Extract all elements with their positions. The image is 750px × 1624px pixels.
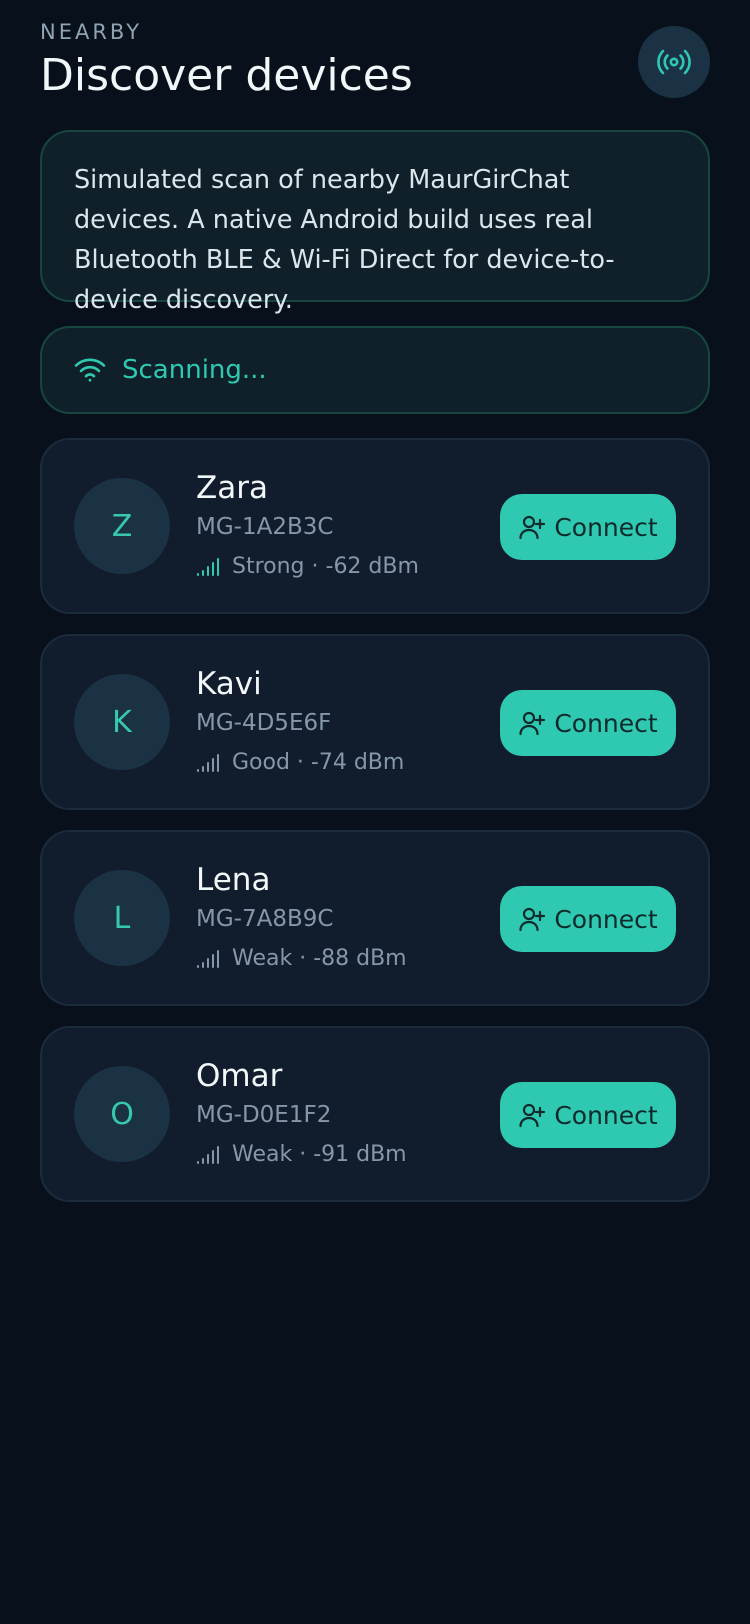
device-list: Z Zara MG-1A2B3C Strong · -62 dBm Connec…: [40, 438, 710, 1202]
broadcast-icon: [657, 49, 691, 75]
signal-strength-icon: [197, 949, 219, 968]
scan-status: Scanning...: [40, 326, 710, 414]
signal-info: Weak · -88 dBm: [196, 946, 407, 971]
connect-button[interactable]: Connect: [500, 886, 676, 952]
avatar-initial: K: [112, 704, 132, 740]
device-card: O Omar MG-D0E1F2 Weak · -91 dBm Connect: [40, 1026, 710, 1202]
connect-button[interactable]: Connect: [500, 494, 676, 560]
device-id: MG-7A8B9C: [196, 906, 334, 932]
device-name: Lena: [196, 862, 271, 898]
wifi-icon: [74, 358, 106, 382]
signal-text: Weak · -88 dBm: [232, 946, 407, 971]
user-plus-icon: [519, 711, 546, 736]
avatar: O: [74, 1066, 170, 1162]
avatar-initial: O: [110, 1096, 134, 1132]
signal-text: Good · -74 dBm: [232, 750, 405, 775]
signal-strength-icon: [197, 1145, 219, 1164]
connect-button-label: Connect: [554, 1100, 658, 1130]
device-card: L Lena MG-7A8B9C Weak · -88 dBm Connect: [40, 830, 710, 1006]
connect-button-label: Connect: [554, 512, 658, 542]
avatar-initial: Z: [111, 508, 133, 544]
discover-devices-screen: NEARBY Discover devices Simulated scan o…: [0, 0, 750, 1624]
signal-text: Weak · -91 dBm: [232, 1142, 407, 1167]
header: NEARBY Discover devices: [40, 0, 710, 130]
avatar-initial: L: [113, 900, 131, 936]
avatar: L: [74, 870, 170, 966]
device-id: MG-4D5E6F: [196, 710, 332, 736]
user-plus-icon: [519, 515, 546, 540]
device-name: Kavi: [196, 666, 262, 702]
device-id: MG-1A2B3C: [196, 514, 334, 540]
simulation-notice-text: Simulated scan of nearby MaurGirChat dev…: [74, 165, 615, 315]
connect-button[interactable]: Connect: [500, 1082, 676, 1148]
user-plus-icon: [519, 1103, 546, 1128]
avatar: K: [74, 674, 170, 770]
signal-info: Weak · -91 dBm: [196, 1142, 407, 1167]
device-card: Z Zara MG-1A2B3C Strong · -62 dBm Connec…: [40, 438, 710, 614]
signal-text: Strong · -62 dBm: [232, 554, 419, 579]
broadcast-button[interactable]: [638, 26, 710, 98]
device-name: Zara: [196, 470, 268, 506]
connect-button[interactable]: Connect: [500, 690, 676, 756]
connect-button-label: Connect: [554, 904, 658, 934]
avatar: Z: [74, 478, 170, 574]
device-id: MG-D0E1F2: [196, 1102, 332, 1128]
connect-button-label: Connect: [554, 708, 658, 738]
scan-status-text: Scanning...: [122, 355, 267, 385]
simulation-notice: Simulated scan of nearby MaurGirChat dev…: [40, 130, 710, 315]
signal-strength-icon: [197, 753, 219, 772]
device-card: K Kavi MG-4D5E6F Good · -74 dBm Connect: [40, 634, 710, 810]
signal-info: Strong · -62 dBm: [196, 554, 419, 579]
user-plus-icon: [519, 907, 546, 932]
signal-info: Good · -74 dBm: [196, 750, 404, 775]
signal-strength-icon: [197, 557, 219, 576]
page-title: Discover devices: [40, 50, 413, 101]
device-name: Omar: [196, 1058, 283, 1094]
section-eyebrow: NEARBY: [40, 20, 143, 44]
